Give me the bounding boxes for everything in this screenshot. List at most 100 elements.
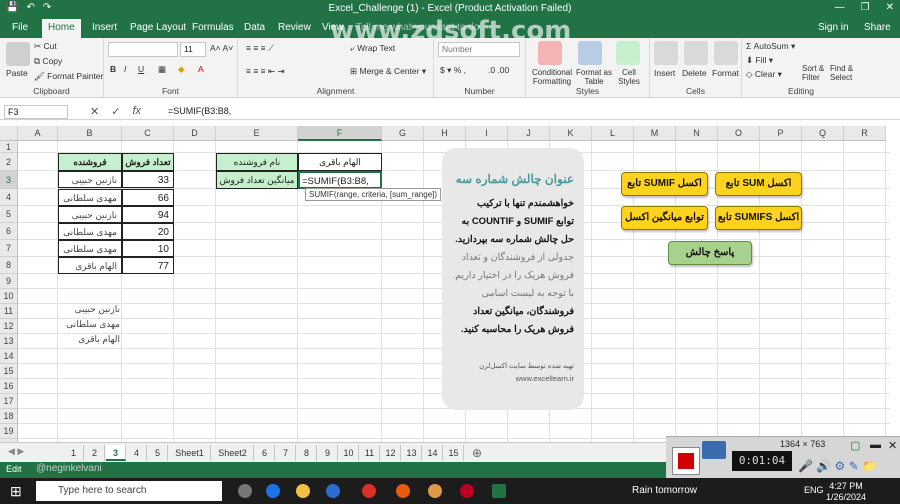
website-link[interactable]: www.excellearn.ir — [516, 374, 574, 383]
add-sheet-icon[interactable]: ⊕ — [469, 445, 485, 461]
row-header-6[interactable]: 6 — [0, 223, 18, 240]
close-button[interactable]: ✕ — [886, 2, 894, 13]
tab-home[interactable]: Home — [42, 19, 81, 38]
tab-review[interactable]: Review — [272, 21, 317, 34]
weather-widget[interactable]: Rain tomorrow — [632, 485, 697, 496]
copy-button[interactable]: ⧉ Copy — [34, 56, 62, 67]
paste-icon[interactable] — [6, 42, 30, 66]
currency-icon[interactable]: $ ▾ % , — [440, 65, 466, 76]
row-header-3[interactable]: 3 — [0, 171, 18, 189]
conditional-formatting-button[interactable]: Conditional Formatting — [528, 68, 576, 86]
merge-center-button[interactable]: ⊞ Merge & Center ▾ — [350, 66, 426, 77]
windows-start-icon[interactable]: ⊞ — [10, 483, 22, 500]
close-recorder-icon[interactable]: ✕ — [888, 439, 897, 452]
app2-icon[interactable] — [460, 484, 474, 498]
active-cell-f3[interactable]: =SUMIF(B3:B8, — [298, 171, 382, 189]
column-header-i[interactable]: I — [466, 126, 508, 141]
column-header-c[interactable]: C — [122, 126, 174, 141]
format-cells-icon[interactable] — [714, 41, 738, 65]
sales-count-cell[interactable]: 20 — [122, 223, 174, 240]
bold-button[interactable]: B — [110, 64, 116, 74]
seller-cell[interactable]: الهام باقری — [58, 257, 122, 274]
cell-styles-button[interactable]: Cell Styles — [614, 68, 644, 86]
sheet-tab-sheet2[interactable]: Sheet2 — [212, 445, 254, 461]
sheet-tab-5[interactable]: 5 — [148, 445, 168, 461]
row-header-8[interactable]: 8 — [0, 257, 18, 274]
row-header-19[interactable]: 19 — [0, 424, 18, 439]
font-size-box[interactable]: 11 — [180, 42, 206, 57]
sort-filter-button[interactable]: Sort & Filter — [802, 64, 830, 82]
tab-formulas[interactable]: Formulas — [186, 21, 240, 34]
maximize-icon[interactable]: ▢ — [850, 439, 860, 452]
tab-file[interactable]: File — [6, 21, 34, 34]
row-header-12[interactable]: 12 — [0, 319, 18, 334]
store-icon[interactable] — [326, 484, 340, 498]
font-color-button[interactable]: A — [198, 64, 204, 74]
column-header-a[interactable]: A — [18, 126, 58, 141]
sum-function-button[interactable]: تابع SUM اکسل — [715, 172, 802, 196]
minimize-button[interactable]: — — [835, 2, 845, 13]
row-header-7[interactable]: 7 — [0, 240, 18, 257]
row-header-2[interactable]: 2 — [0, 153, 18, 171]
sales-count-cell[interactable]: 77 — [122, 257, 174, 274]
sheet-tab-1[interactable]: 1 — [64, 445, 84, 461]
font-name-box[interactable] — [108, 42, 178, 57]
align-top-icon[interactable]: ≡ ≡ ≡ ⟋ — [246, 43, 274, 54]
restore-button[interactable]: ❐ — [861, 2, 870, 13]
column-header-m[interactable]: M — [634, 126, 676, 141]
format-table-icon[interactable] — [578, 41, 602, 65]
column-header-r[interactable]: R — [844, 126, 886, 141]
sales-count-header[interactable]: تعداد فروش — [122, 153, 174, 171]
insert-button[interactable]: Insert — [654, 68, 675, 78]
sheet-tab-13[interactable]: 13 — [402, 445, 422, 461]
paste-button[interactable]: Paste — [6, 68, 28, 78]
sheet-tab-7[interactable]: 7 — [276, 445, 296, 461]
clear-button[interactable]: ◇ Clear ▾ — [746, 69, 782, 80]
seller-name-label[interactable]: نام فروشنده — [216, 153, 298, 171]
sheet-tab-2[interactable]: 2 — [85, 445, 105, 461]
sales-count-cell[interactable]: 33 — [122, 171, 174, 188]
column-header-p[interactable]: P — [760, 126, 802, 141]
sheet-tab-9[interactable]: 9 — [318, 445, 338, 461]
column-header-n[interactable]: N — [676, 126, 718, 141]
seller-name-value[interactable]: الهام باقری — [298, 153, 382, 171]
sheet-tab-15[interactable]: 15 — [444, 445, 464, 461]
excel-icon[interactable] — [492, 484, 506, 498]
cut-button[interactable]: ✂ Cut — [34, 41, 57, 52]
insert-cells-icon[interactable] — [654, 41, 678, 65]
minimize-icon[interactable]: ▬ — [870, 439, 881, 451]
unique-seller-name[interactable]: نازنین حبیبی — [58, 302, 122, 317]
row-header-9[interactable]: 9 — [0, 274, 18, 289]
column-header-o[interactable]: O — [718, 126, 760, 141]
format-painter-button[interactable]: 🖌 Format Painter — [34, 71, 103, 82]
app-icon[interactable] — [428, 484, 442, 498]
seller-cell[interactable]: نازنین حبیبی — [58, 206, 122, 223]
task-view-icon[interactable] — [238, 484, 252, 498]
column-header-l[interactable]: L — [592, 126, 634, 141]
taskbar-search[interactable]: Type here to search — [36, 481, 222, 501]
file-explorer-icon[interactable] — [296, 484, 310, 498]
firefox-icon[interactable] — [396, 484, 410, 498]
format-table-button[interactable]: Format as Table — [576, 68, 612, 86]
row-header-15[interactable]: 15 — [0, 364, 18, 379]
sheet-tab-12[interactable]: 12 — [381, 445, 401, 461]
sheet-tab-sheet1[interactable]: Sheet1 — [169, 445, 211, 461]
seller-cell[interactable]: مهدی سلطانی — [58, 189, 122, 206]
unique-seller-name[interactable]: الهام باقری — [58, 332, 122, 347]
sales-count-cell[interactable]: 94 — [122, 206, 174, 223]
row-header-5[interactable]: 5 — [0, 206, 18, 223]
sign-in-link[interactable]: Sign in — [818, 22, 849, 33]
enter-icon[interactable]: ✓ — [111, 105, 120, 118]
row-header-1[interactable]: 1 — [0, 141, 18, 153]
delete-cells-icon[interactable] — [684, 41, 708, 65]
row-header-18[interactable]: 18 — [0, 409, 18, 424]
average-functions-button[interactable]: توابع میانگین اکسل — [621, 206, 708, 230]
row-header-11[interactable]: 11 — [0, 304, 18, 319]
recorder-tools-icon[interactable]: 🎤 🔊 ⚙ ✎ 📁 — [798, 459, 877, 473]
italic-button[interactable]: I — [124, 64, 126, 74]
fill-button[interactable]: ⬇ Fill ▾ — [746, 55, 773, 66]
row-header-17[interactable]: 17 — [0, 394, 18, 409]
column-header-f[interactable]: F — [298, 126, 382, 141]
sheet-tab-6[interactable]: 6 — [255, 445, 275, 461]
camera-icon[interactable] — [702, 441, 726, 459]
